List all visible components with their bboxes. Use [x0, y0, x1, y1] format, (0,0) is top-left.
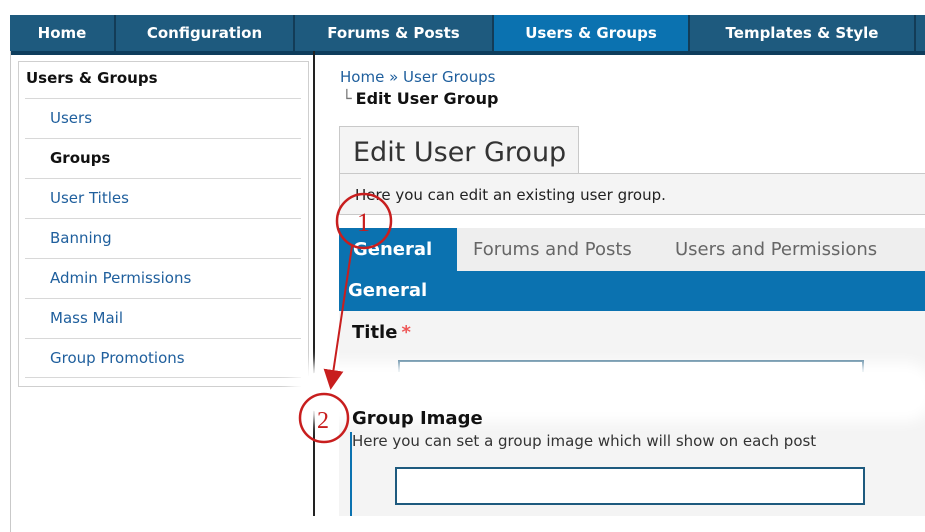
annotation-number-1: 1: [357, 208, 370, 237]
annotation-number-2: 2: [317, 408, 329, 434]
annotation-arrow: [323, 245, 353, 390]
annotation-overlay: 1 2: [298, 192, 393, 444]
